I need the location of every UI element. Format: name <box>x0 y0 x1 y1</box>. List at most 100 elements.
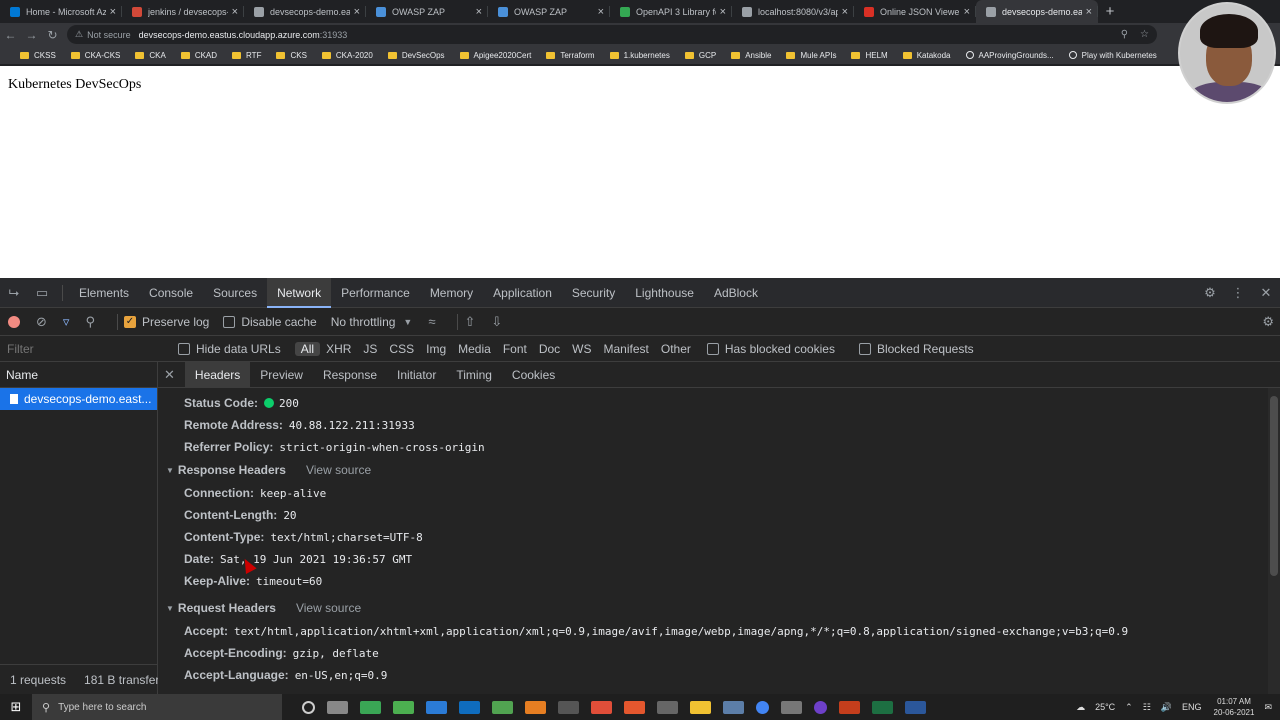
warning-icon[interactable]: ⚠ <box>75 29 83 40</box>
filter-type-img[interactable]: Img <box>420 342 452 356</box>
not-secure-label[interactable]: Not secure <box>87 30 131 40</box>
response-view-source-link[interactable]: View source <box>306 463 371 477</box>
preserve-log-checkbox[interactable]: ✓ Preserve log <box>123 315 209 329</box>
detail-scrollbar[interactable] <box>1268 388 1280 694</box>
app-icon[interactable] <box>525 700 546 714</box>
devtools-tab-sources[interactable]: Sources <box>203 278 267 308</box>
settings-gear-icon[interactable]: ⚙ <box>1196 285 1224 301</box>
filter-type-font[interactable]: Font <box>497 342 533 356</box>
browser-tab[interactable]: devsecops-demo.eastu × <box>244 0 366 23</box>
export-har-icon[interactable]: ⇩ <box>491 314 502 330</box>
browser-tab[interactable]: OWASP ZAP × <box>488 0 610 23</box>
close-icon[interactable]: × <box>720 6 726 18</box>
address-bar[interactable]: ⚠ Not secure devsecops-demo.eastus.cloud… <box>67 25 1157 44</box>
record-icon[interactable] <box>8 315 20 328</box>
close-icon[interactable]: × <box>964 6 970 18</box>
network-settings-gear-icon[interactable]: ⚙ <box>1262 314 1274 330</box>
import-har-icon[interactable]: ⇧ <box>464 314 475 330</box>
new-tab-button[interactable]: + <box>1098 0 1122 23</box>
devtools-tab-elements[interactable]: Elements <box>69 278 139 308</box>
has-blocked-cookies-checkbox[interactable]: Has blocked cookies <box>706 342 835 356</box>
detail-tab-timing[interactable]: Timing <box>446 362 502 388</box>
filter-type-other[interactable]: Other <box>655 342 697 356</box>
bookmark-item[interactable]: CKSS <box>20 51 56 60</box>
bookmark-item[interactable]: Ansible <box>731 51 771 60</box>
devtools-tab-security[interactable]: Security <box>562 278 625 308</box>
file-explorer-icon[interactable] <box>690 700 711 714</box>
windows-start-icon[interactable]: ⊞ <box>0 699 32 715</box>
bookmark-item[interactable]: CKS <box>276 51 307 60</box>
devtools-tab-memory[interactable]: Memory <box>420 278 483 308</box>
browser-tab[interactable]: jenkins / devsecops-n × <box>122 0 244 23</box>
word-icon[interactable] <box>905 700 926 714</box>
back-arrow-icon[interactable]: ← <box>0 28 21 42</box>
terminal-app-icon[interactable] <box>360 700 381 714</box>
bookmark-item[interactable]: CKA-CKS <box>70 51 120 60</box>
scrollbar-thumb[interactable] <box>1270 396 1278 576</box>
close-icon[interactable]: × <box>598 6 604 18</box>
url-host[interactable]: devsecops-demo.eastus.cloudapp.azure.com <box>139 30 320 40</box>
app-icon[interactable] <box>558 700 579 714</box>
close-icon[interactable]: × <box>354 6 360 18</box>
close-icon[interactable]: × <box>476 6 482 18</box>
close-icon[interactable]: ✕ <box>1252 285 1280 301</box>
search-icon[interactable]: ⚲ <box>85 314 95 330</box>
browser-tab[interactable]: OpenAPI 3 Library for × <box>610 0 732 23</box>
chrome-icon[interactable] <box>756 700 769 714</box>
browser-tab[interactable]: devsecops-demo.eastu × <box>976 0 1098 23</box>
close-icon[interactable]: × <box>1086 6 1092 18</box>
detail-tab-headers[interactable]: Headers <box>184 362 251 388</box>
bookmark-item[interactable]: 1.kubernetes <box>609 51 670 60</box>
forward-arrow-icon[interactable]: → <box>21 28 42 42</box>
inspect-element-icon[interactable]: ⮡ <box>0 285 28 301</box>
chevron-down-icon[interactable]: ▼ <box>403 317 412 327</box>
task-view-icon[interactable] <box>327 700 348 714</box>
bookmark-item[interactable]: DevSecOps <box>387 51 445 60</box>
bookmark-item[interactable]: Katakoda <box>902 51 951 60</box>
devtools-tab-adblock[interactable]: AdBlock <box>704 278 768 308</box>
bookmark-item[interactable]: HELM <box>851 51 888 60</box>
devtools-tab-application[interactable]: Application <box>483 278 562 308</box>
language-indicator[interactable]: ENG <box>1182 702 1202 712</box>
device-toolbar-icon[interactable]: ▭ <box>28 285 56 301</box>
network-icon[interactable]: ☷ <box>1143 702 1151 713</box>
excel-icon[interactable] <box>872 700 893 714</box>
bookmark-item[interactable]: Apigee2020Cert <box>459 51 531 60</box>
outlook-icon[interactable] <box>459 700 480 714</box>
bookmark-item[interactable]: Terraform <box>546 51 595 60</box>
filter-type-doc[interactable]: Doc <box>533 342 566 356</box>
cortana-icon[interactable] <box>302 700 315 714</box>
app-icon[interactable] <box>624 700 645 714</box>
devtools-tab-lighthouse[interactable]: Lighthouse <box>625 278 704 308</box>
clear-icon[interactable]: ⊘ <box>36 314 47 330</box>
vscode-icon[interactable] <box>426 700 447 714</box>
request-view-source-link[interactable]: View source <box>296 601 361 615</box>
disable-cache-checkbox[interactable]: Disable cache <box>223 315 317 329</box>
network-conditions-icon[interactable]: ≈ <box>428 314 435 329</box>
blocked-requests-checkbox[interactable]: Blocked Requests <box>858 342 974 356</box>
close-icon[interactable]: × <box>232 6 238 18</box>
bookmark-item[interactable]: CKA-2020 <box>321 51 373 60</box>
bookmark-item[interactable]: RTF <box>232 51 261 60</box>
volume-icon[interactable]: 🔊 <box>1161 702 1172 713</box>
bookmark-item[interactable]: CKAD <box>180 51 217 60</box>
app-icon[interactable] <box>393 700 414 714</box>
notification-icon[interactable]: ✉ <box>1264 702 1272 713</box>
browser-tab[interactable]: Home - Microsoft Azu × <box>0 0 122 23</box>
devtools-tab-console[interactable]: Console <box>139 278 203 308</box>
filter-input[interactable] <box>0 335 168 362</box>
clock[interactable]: 01:07 AM 20-06-2021 <box>1214 696 1255 718</box>
browser-tab[interactable]: Online JSON Viewer × <box>854 0 976 23</box>
request-row[interactable]: devsecops-demo.east... <box>0 388 157 410</box>
app-icon[interactable] <box>492 700 513 714</box>
chevron-up-icon[interactable]: ⌃ <box>1125 702 1133 713</box>
bookmark-item[interactable]: Mule APIs <box>786 51 836 60</box>
bookmark-item[interactable]: CKA <box>135 51 166 60</box>
devtools-tab-performance[interactable]: Performance <box>331 278 420 308</box>
app-icon[interactable] <box>657 700 678 714</box>
browser-tab[interactable]: OWASP ZAP × <box>366 0 488 23</box>
weather-cloud-icon[interactable]: ☁ <box>1076 702 1085 713</box>
detail-tab-cookies[interactable]: Cookies <box>502 362 565 388</box>
filter-type-js[interactable]: JS <box>357 342 383 356</box>
taskbar-search[interactable]: ⚲ Type here to search <box>32 694 282 720</box>
